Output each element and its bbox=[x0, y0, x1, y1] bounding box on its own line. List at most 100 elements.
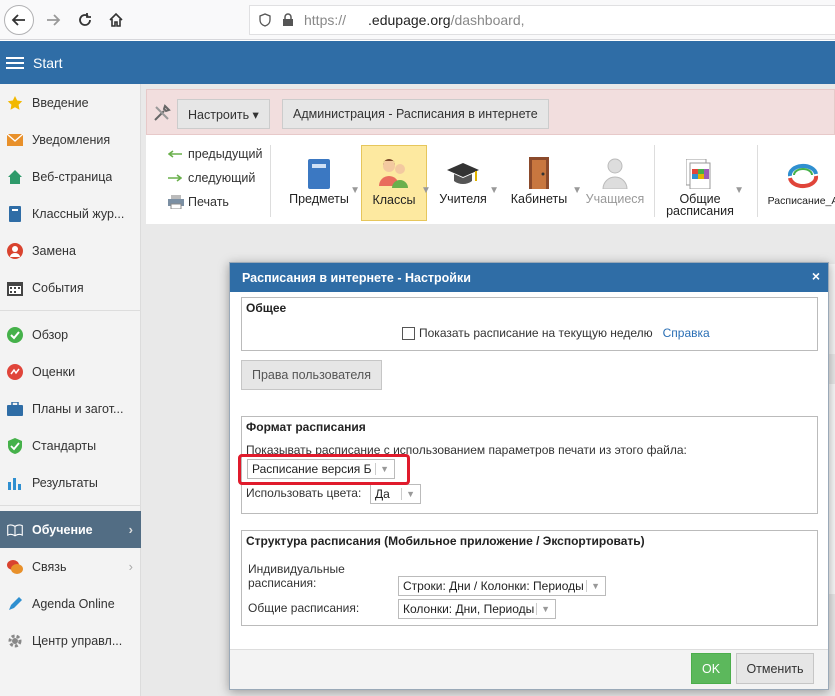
url-scheme: https:// bbox=[304, 12, 347, 28]
show-current-week-label: Показать расписание на текущую неделю bbox=[419, 326, 653, 340]
arrow-right-icon bbox=[168, 174, 184, 182]
sidebar-item-events[interactable]: События bbox=[0, 269, 141, 306]
admin-online-timetables-button[interactable]: Администрация - Расписания в интернете bbox=[282, 99, 549, 129]
arrow-left-icon bbox=[11, 14, 25, 26]
sidebar-divider bbox=[0, 505, 141, 506]
sidebar-item-label: Оценки bbox=[32, 364, 76, 379]
dropdown-arrow-icon: ▼ bbox=[406, 489, 415, 499]
sidebar-item-grades[interactable]: Оценки bbox=[0, 353, 141, 390]
subjects-label: Предметы bbox=[289, 192, 349, 206]
door-icon bbox=[527, 149, 551, 189]
close-icon[interactable]: × bbox=[812, 268, 820, 284]
students-group-icon bbox=[377, 150, 411, 190]
rooms-label: Кабинеты bbox=[510, 192, 568, 206]
url-host: .edupage.org bbox=[368, 12, 451, 28]
sidebar-item-standards[interactable]: Стандарты bbox=[0, 427, 141, 464]
sidebar-item-intro[interactable]: Введение bbox=[0, 84, 141, 121]
next-label: следующий bbox=[188, 171, 256, 185]
sidebar: Введение Уведомления Веб-страница Классн… bbox=[0, 84, 141, 696]
home-button[interactable] bbox=[101, 5, 131, 35]
calendar-icon bbox=[7, 280, 23, 296]
menu-icon[interactable] bbox=[6, 56, 24, 69]
caret-down-icon: ▼ bbox=[572, 185, 582, 196]
sidebar-item-results[interactable]: Результаты bbox=[0, 464, 141, 501]
sidebar-item-label: Стандарты bbox=[32, 438, 97, 453]
general-timetables-label: Общие расписания bbox=[666, 192, 734, 218]
envelope-icon bbox=[7, 132, 23, 148]
sidebar-item-agenda-online[interactable]: Agenda Online bbox=[0, 585, 141, 622]
sidebar-item-label: Результаты bbox=[32, 475, 98, 490]
home-icon bbox=[109, 12, 123, 27]
use-colors-label: Использовать цвета: bbox=[246, 486, 362, 500]
students-button[interactable]: Учащиеся bbox=[583, 145, 647, 221]
configure-button[interactable]: Настроить ▾ bbox=[177, 99, 270, 129]
notebook-icon bbox=[308, 149, 330, 189]
schedule-a-button[interactable]: Расписание_А bbox=[768, 145, 835, 221]
print-label: Печать bbox=[188, 195, 229, 209]
home-icon bbox=[7, 169, 23, 185]
tools-icon bbox=[153, 104, 171, 125]
ok-button[interactable]: OK bbox=[691, 653, 731, 684]
url-path: /dashboard, bbox=[450, 12, 525, 28]
student-icon bbox=[601, 149, 629, 189]
caret-down-icon: ▼ bbox=[734, 185, 744, 196]
shield-check-icon bbox=[7, 437, 23, 454]
caret-down-icon: ▼ bbox=[350, 185, 360, 196]
red-highlight-annotation bbox=[238, 454, 410, 485]
subjects-button[interactable]: Предметы ▼ bbox=[282, 145, 360, 221]
print-link[interactable]: Печать bbox=[168, 195, 229, 209]
rooms-button[interactable]: Кабинеты ▼ bbox=[502, 145, 582, 221]
individual-structure-select[interactable]: Строки: Дни / Колонки: Периоды ▼ bbox=[398, 576, 606, 596]
forward-button[interactable] bbox=[38, 5, 68, 35]
individual-timetables-label: Индивидуальные расписания: bbox=[248, 562, 345, 590]
toolbar-divider bbox=[270, 145, 271, 217]
teachers-label: Учителя bbox=[439, 192, 487, 206]
general-timetables-button[interactable]: Общие расписания ▼ bbox=[660, 145, 744, 221]
open-book-icon bbox=[7, 522, 23, 538]
sidebar-item-notifications[interactable]: Уведомления bbox=[0, 121, 141, 158]
sidebar-item-webpage[interactable]: Веб-страница bbox=[0, 158, 141, 195]
use-colors-select[interactable]: Да ▼ bbox=[370, 484, 421, 504]
general-structure-value: Колонки: Дни, Периоды bbox=[403, 602, 535, 616]
show-current-week-option[interactable]: Показать расписание на текущую неделю Сп… bbox=[402, 326, 710, 340]
sidebar-item-overview[interactable]: Обзор bbox=[0, 316, 141, 353]
arrow-left-icon bbox=[168, 150, 184, 158]
dialog-title: Расписания в интернете - Настройки bbox=[242, 270, 471, 285]
sidebar-item-plans[interactable]: Планы и загот... bbox=[0, 390, 141, 427]
sidebar-item-label: События bbox=[32, 280, 84, 295]
students-label: Учащиеся bbox=[585, 192, 645, 206]
sidebar-item-learning[interactable]: Обучение › bbox=[0, 511, 141, 548]
toolbar-top-row: Настроить ▾ Администрация - Расписания в… bbox=[146, 89, 835, 135]
briefcase-icon bbox=[7, 401, 23, 417]
sidebar-item-label: Классный жур... bbox=[32, 206, 125, 221]
use-colors-value: Да bbox=[375, 487, 390, 501]
dropdown-arrow-icon: ▼ bbox=[591, 581, 600, 591]
dropdown-arrow-icon: ▼ bbox=[541, 604, 550, 614]
sidebar-item-substitution[interactable]: Замена bbox=[0, 232, 141, 269]
sidebar-item-label: Agenda Online bbox=[32, 596, 115, 611]
classes-button[interactable]: Классы bbox=[361, 145, 427, 221]
lock-icon bbox=[282, 13, 294, 27]
general-structure-select[interactable]: Колонки: Дни, Периоды ▼ bbox=[398, 599, 556, 619]
sidebar-item-control-center[interactable]: Центр управл... bbox=[0, 622, 141, 659]
show-current-week-checkbox[interactable] bbox=[402, 326, 415, 340]
reload-button[interactable] bbox=[70, 5, 100, 35]
sidebar-item-communication[interactable]: Связь › bbox=[0, 548, 141, 585]
classes-label: Классы bbox=[372, 193, 416, 207]
user-rights-button[interactable]: Права пользователя bbox=[241, 360, 382, 390]
back-button[interactable] bbox=[4, 5, 34, 35]
url-bar[interactable]: https:// .edupage.org /dashboard, bbox=[249, 5, 835, 35]
sidebar-item-label: Центр управл... bbox=[32, 633, 123, 648]
app-title[interactable]: Start bbox=[33, 55, 63, 71]
previous-link[interactable]: предыдущий bbox=[168, 147, 262, 161]
cancel-button[interactable]: Отменить bbox=[736, 653, 814, 684]
help-link[interactable]: Справка bbox=[663, 326, 710, 340]
sidebar-item-class-journal[interactable]: Классный жур... bbox=[0, 195, 141, 232]
color-grid-icon bbox=[686, 149, 714, 189]
sidebar-item-label: Обзор bbox=[32, 327, 69, 342]
check-circle-icon bbox=[7, 326, 23, 343]
teachers-button[interactable]: Учителя ▼ bbox=[429, 145, 499, 221]
settings-dialog: Расписания в интернете - Настройки × Общ… bbox=[229, 262, 829, 690]
next-link[interactable]: следующий bbox=[168, 171, 255, 185]
general-section: Общее Показать расписание на текущую нед… bbox=[241, 297, 818, 351]
